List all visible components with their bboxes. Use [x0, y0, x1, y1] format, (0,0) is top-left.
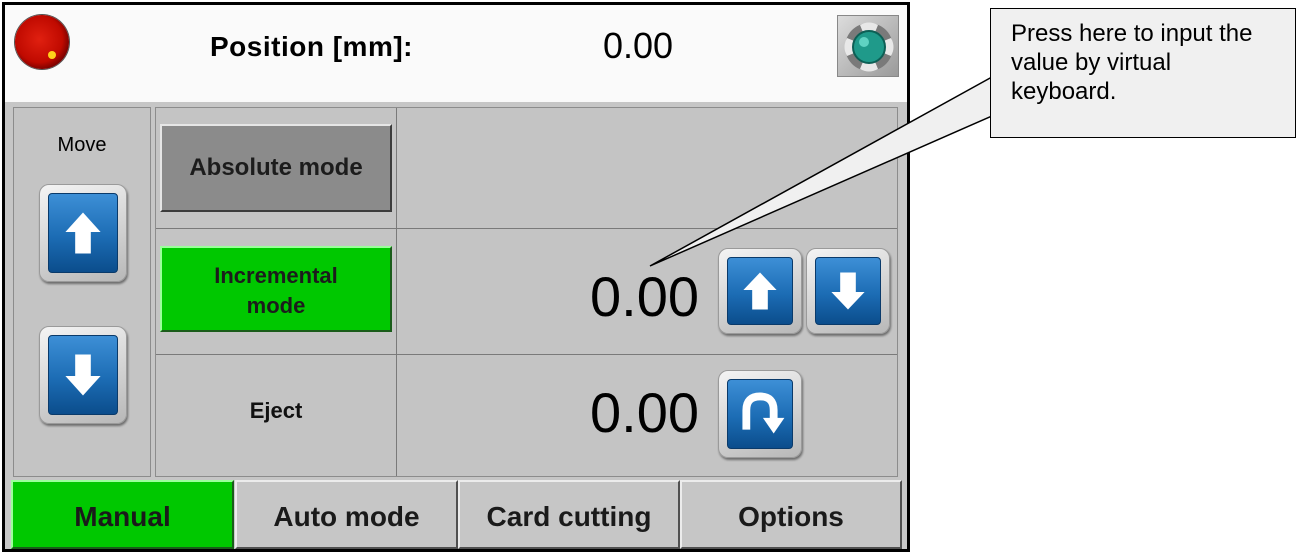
callout-text: Press here to input the value by virtual…	[1011, 20, 1253, 105]
callout-tooltip: Press here to input the value by virtual…	[990, 8, 1296, 138]
